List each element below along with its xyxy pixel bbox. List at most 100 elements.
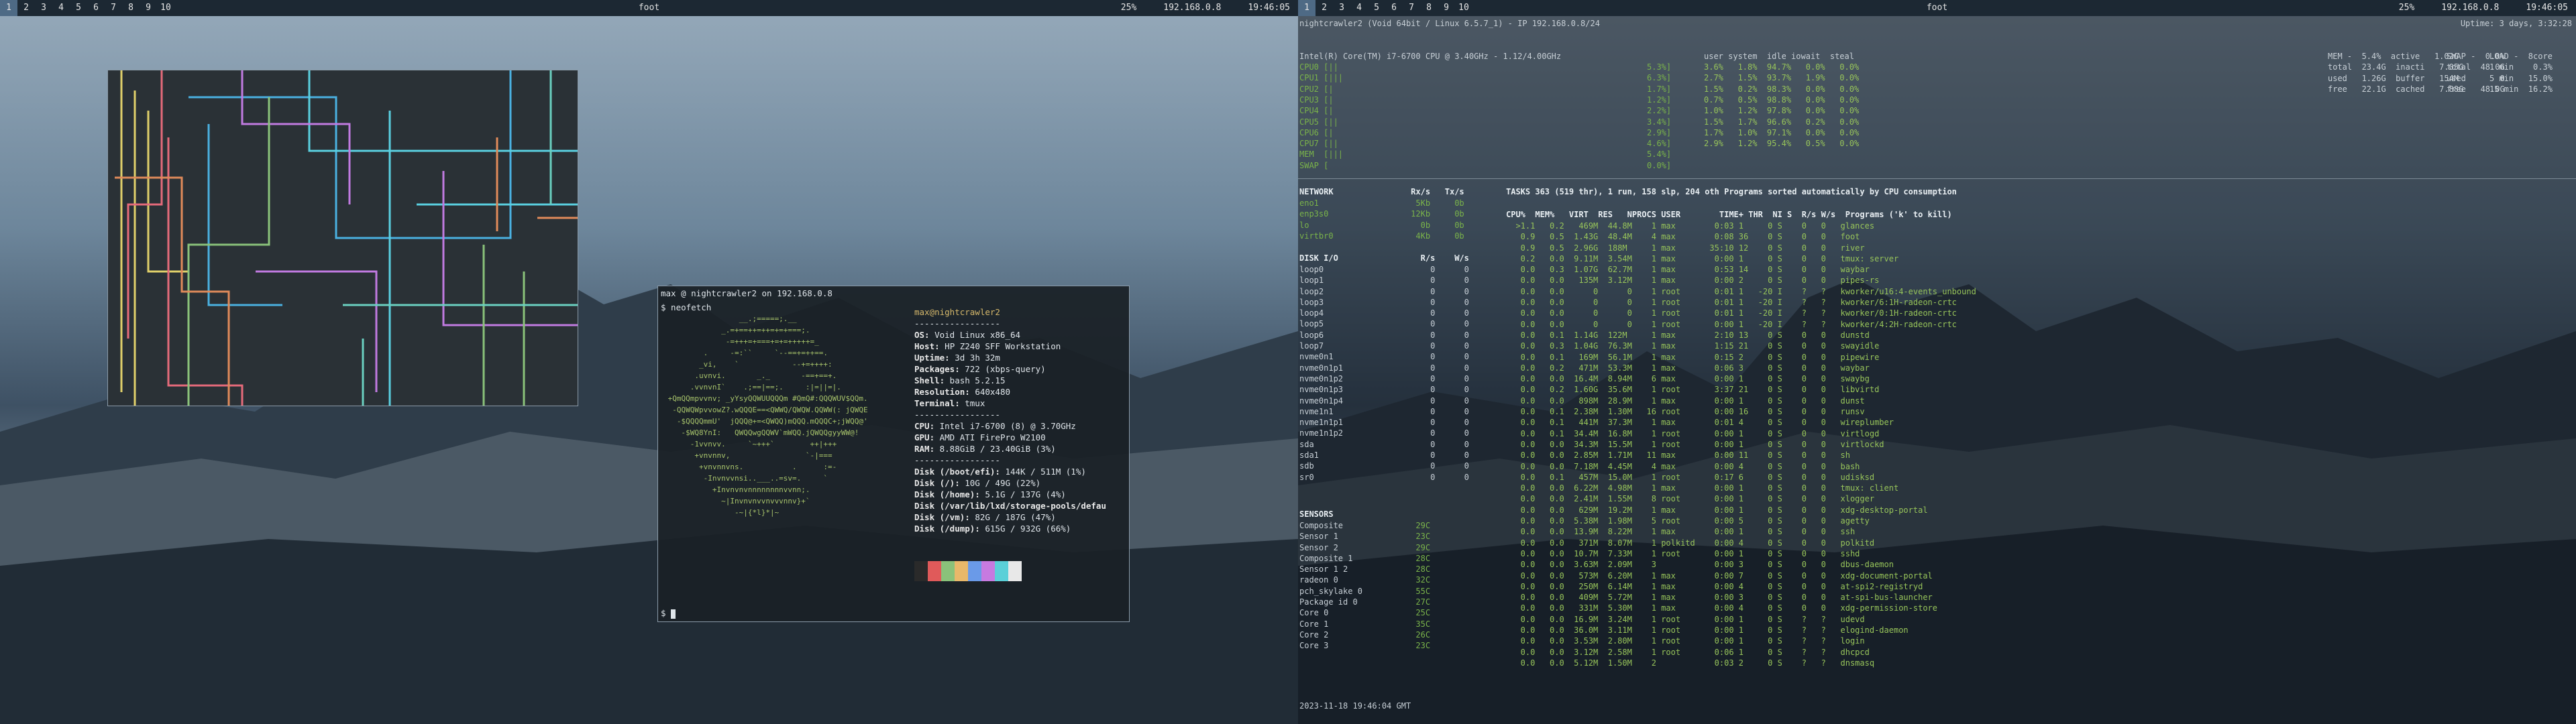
color-swatch — [941, 561, 955, 581]
process-row: 0.0 0.0 0 0 1 root 0:00 1 -20 I ? ? kwor… — [1506, 319, 1957, 329]
info-row: Disk (/var/lib/lxd/storage-pools/defau — [914, 500, 1106, 511]
footer-timestamp: 2023-11-18 19:46:04 GMT — [1299, 701, 1411, 711]
workspace-button[interactable]: 4 — [52, 0, 70, 16]
disk-row: sdb 0 0 — [1299, 461, 1469, 471]
disk-row: loop6 0 0 — [1299, 330, 1469, 340]
system-info: max@nightcrawler2 ----------------- OS: Vo… — [914, 306, 1106, 534]
pipes-window[interactable] — [107, 70, 578, 406]
info-key: Disk (/): — [914, 478, 960, 488]
ascii-line: +QmQQmpvvnv; _yYsyQQWUUQQQm #QmQ#:QQQWUV… — [663, 394, 868, 403]
cpu-values: 3.6% 1.8% 94.7% 0.0% 0.0% — [1704, 62, 1860, 72]
sensors-header: SENSORS — [1299, 509, 1334, 519]
process-row: 0.2 0.0 9.11M 3.54M 1 max 0:00 1 0 S 0 0… — [1506, 253, 1899, 263]
workspace-button[interactable]: 3 — [1333, 0, 1350, 16]
ascii-line: +vnvnnvns. . :=- — [663, 463, 837, 471]
info-key: GPU: — [914, 432, 935, 442]
workspace-button[interactable]: 10 — [1455, 0, 1472, 16]
color-swatch — [1008, 561, 1022, 581]
workspace-button[interactable]: 5 — [70, 0, 87, 16]
glances-monitor[interactable]: nightcrawler2 (Void 64bit / Linux 6.5.7_… — [1298, 16, 2576, 724]
workspace-button[interactable]: 5 — [1368, 0, 1385, 16]
workspace-button[interactable]: 6 — [1385, 0, 1403, 16]
info-value: bash 5.2.15 — [945, 375, 1006, 385]
sensor-row: Core 3 23C — [1299, 640, 1430, 651]
disk-header: DISK I/O R/s W/s — [1299, 253, 1469, 263]
workspace-button[interactable]: 4 — [1350, 0, 1368, 16]
window-title: foot — [638, 3, 660, 13]
cpu-values: 1.5% 0.2% 98.3% 0.0% 0.0% — [1704, 84, 1860, 94]
info-key: Terminal: — [914, 398, 960, 408]
divider — [1298, 178, 2576, 179]
workspace-button[interactable]: 8 — [122, 0, 140, 16]
workspace-button[interactable]: 8 — [1420, 0, 1438, 16]
workspace-button[interactable]: 2 — [17, 0, 35, 16]
disk-row: loop7 0 0 — [1299, 341, 1469, 351]
info-row: Disk (/): 10G / 49G (22%) — [914, 477, 1106, 489]
info-row: Disk (/home): 5.1G / 137G (4%) — [914, 489, 1106, 500]
workspace-button[interactable]: 2 — [1316, 0, 1333, 16]
workspace-button[interactable]: 9 — [140, 0, 157, 16]
cpu-title: Intel(R) Core(TM) i7-6700 CPU @ 3.40GHz … — [1299, 52, 1562, 61]
process-row: 0.0 0.0 0 0 1 root 0:01 1 -20 I ? ? kwor… — [1506, 286, 1976, 296]
process-row: 0.0 0.0 3.12M 2.58M 1 root 0:06 1 0 S ? … — [1506, 647, 1870, 657]
info-value: 10G / 49G (22%) — [959, 478, 1041, 488]
shell-prompt[interactable]: $ — [661, 607, 676, 619]
mem-line: free 22.1G cached 7.88G — [2328, 84, 2464, 94]
workspace-button[interactable]: 7 — [1403, 0, 1420, 16]
process-table: >1.1 0.2 469M 44.8M 1 max 0:03 1 0 S 0 0… — [1506, 221, 1976, 668]
cpu-bar-percent: 5.4%] — [1647, 149, 1672, 160]
sensor-row: Core 1 35C — [1299, 619, 1430, 629]
workspace-button[interactable]: 1 — [1298, 0, 1316, 16]
cpu-bar-label: CPU1 [||| — [1299, 73, 1348, 83]
info-row: Host: HP Z240 SFF Workstation — [914, 341, 1106, 352]
disk-row: nvme1n1p1 0 0 — [1299, 418, 1469, 428]
workspace-button[interactable]: 1 — [0, 0, 17, 16]
process-row: 0.0 0.3 1.07G 62.7M 1 max 0:53 14 0 S 0 … — [1506, 265, 1870, 275]
cpu-values: 0.7% 0.5% 98.8% 0.0% 0.0% — [1704, 95, 1860, 105]
info-row: ----------------- — [914, 455, 1106, 466]
workspace-button[interactable]: 3 — [35, 0, 52, 16]
info-key: Disk (/dump): — [914, 524, 980, 534]
info-key: Uptime: — [914, 353, 950, 363]
disk-row: loop3 0 0 — [1299, 297, 1469, 307]
cpu-values: 1.7% 1.0% 97.1% 0.0% 0.0% — [1704, 127, 1860, 137]
cpu-values: 1.5% 1.7% 96.6% 0.2% 0.0% — [1704, 117, 1860, 127]
info-value: AMD ATI FirePro W2100 — [934, 432, 1046, 442]
workspace-button[interactable]: 9 — [1438, 0, 1455, 16]
process-row: 0.0 0.0 10.7M 7.33M 1 root 0:00 1 0 S 0 … — [1506, 548, 1860, 558]
cpu-bar-percent: 5.3%] — [1647, 62, 1672, 72]
info-key: Packages: — [914, 364, 960, 374]
cpu-bar-percent: 4.6%] — [1647, 139, 1672, 149]
cpu-values: 1.0% 1.2% 97.8% 0.0% 0.0% — [1704, 106, 1860, 116]
info-row: Terminal: tmux — [914, 398, 1106, 409]
cpu-bar-label: CPU0 [|| — [1299, 62, 1344, 72]
cpu-bar-percent: 2.2%] — [1647, 106, 1672, 116]
cpu-bar-percent: 3.4%] — [1647, 117, 1672, 127]
info-key: Disk (/boot/efi): — [914, 467, 1000, 477]
workspace-button[interactable]: 7 — [105, 0, 122, 16]
info-value: ----------------- — [914, 455, 1000, 465]
ascii-line: _vi, ` --+=++++: — [663, 360, 833, 369]
process-row: 0.0 0.0 409M 5.72M 1 max 0:00 3 0 S 0 0 … — [1506, 593, 1933, 603]
process-row: 0.0 0.0 331M 5.30M 1 max 0:00 4 0 S 0 0 … — [1506, 603, 1937, 613]
sensor-value: 29C — [1415, 521, 1431, 530]
workspace-button[interactable]: 6 — [87, 0, 105, 16]
terminal-window[interactable]: max @ nightcrawler2 on 192.168.0.8 $ neo… — [657, 286, 1130, 622]
process-row: 0.0 0.0 5.38M 1.98M 5 root 0:00 5 0 S 0 … — [1506, 516, 1870, 526]
info-row: Disk (/dump): 615G / 932G (66%) — [914, 523, 1106, 534]
mem-block: MEM - 5.4% active 1.02G total 23.4G inact… — [2328, 51, 2463, 95]
tasks-summary: TASKS 363 (519 thr), 1 run, 158 slp, 204… — [1506, 187, 1957, 196]
info-row: GPU: AMD ATI FirePro W2100 — [914, 432, 1106, 443]
load-block: LOAD - 8core 1 min 0.3% 5 min 15.0% 15 min … — [2489, 51, 2553, 95]
disk-row: sr0 0 0 — [1299, 472, 1469, 482]
info-value: 8.88GiB / 23.40GiB (3%) — [934, 444, 1056, 454]
workspace-button[interactable]: 10 — [157, 0, 174, 16]
info-row: max@nightcrawler2 — [914, 306, 1106, 318]
info-row: OS: Void Linux x86_64 — [914, 329, 1106, 341]
info-row: Disk (/vm): 82G / 187G (47%) — [914, 511, 1106, 523]
process-row: 0.0 0.0 2.41M 1.55M 8 root 0:00 1 0 S 0 … — [1506, 494, 1875, 504]
process-row: >1.1 0.2 469M 44.8M 1 max 0:03 1 0 S 0 0… — [1506, 221, 1875, 231]
info-row: Disk (/boot/efi): 144K / 511M (1%) — [914, 466, 1106, 477]
info-row: Resolution: 640x480 — [914, 386, 1106, 398]
process-row: 0.0 0.1 441M 37.3M 1 max 0:01 4 0 S 0 0 … — [1506, 418, 1894, 428]
